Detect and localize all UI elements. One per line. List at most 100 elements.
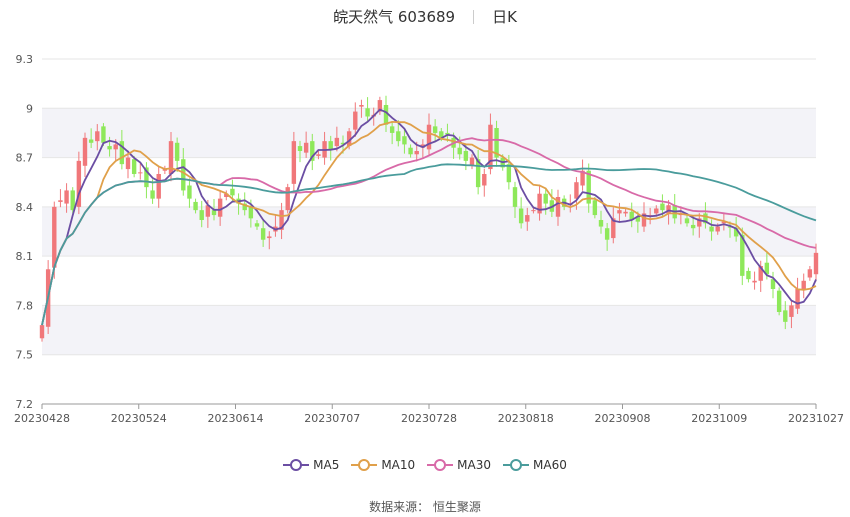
legend-item-ma30[interactable]: MA30 [427,458,491,472]
candle-body [801,280,806,289]
y-tick-label: 8.7 [16,152,34,165]
candle [82,132,88,177]
candle-body [230,188,235,196]
legend-label: MA30 [457,458,492,472]
legend-item-ma10[interactable]: MA10 [351,458,415,472]
candle-body [660,203,665,211]
legend: MA5 MA10 MA30 MA60 [0,458,850,475]
data-source: 数据来源： 恒生聚源 [369,500,481,514]
candle-body [285,187,290,211]
candle-body [82,137,88,166]
candle-body [359,105,364,107]
candle-body [432,126,438,133]
candle-body [789,305,794,317]
legend-marker-icon [283,459,310,471]
candle-body [88,139,94,143]
candle [746,267,751,283]
legend-marker-dot [510,459,523,471]
y-axis: 7.2 7.5 7.8 8.1 8.4 8.7 9 9.3 [16,53,34,411]
candle-body [303,142,309,153]
legend-label: MA5 [313,458,340,472]
candle [801,273,806,299]
candle-body [654,208,659,214]
x-tick-label: 20231009 [691,412,747,425]
candle-body [604,228,610,240]
candle-body [396,131,401,142]
y-tick-label: 7.8 [16,299,34,312]
candle-body [107,146,112,150]
candle-body [138,172,143,174]
candle-body [95,131,100,142]
candle-body [297,146,303,151]
candle-body [211,210,217,216]
legend-item-ma5[interactable]: MA5 [283,458,339,472]
candle [776,287,782,316]
candle-body [617,210,622,214]
candle [795,277,800,314]
candle-body [267,236,272,239]
candle-body [113,144,118,150]
candle-body [248,206,254,219]
candle [770,271,776,299]
candle-body [752,280,757,283]
legend-label: MA60 [533,458,567,472]
candle-body [52,206,57,268]
candle [807,266,813,281]
candle-body [353,111,358,130]
legend-marker-icon [503,459,530,471]
legend-label: MA10 [381,458,416,472]
x-tick-label: 20230707 [304,412,360,425]
candle-body [254,223,260,227]
x-tick-label: 20230428 [14,412,70,425]
candle-body [690,224,696,229]
x-tick-label: 20230728 [401,412,457,425]
candlestick-chart: 7.27.57.88.18.48.799.3 20230428 20230524 2… [14,53,844,425]
x-tick-label: 20230524 [111,412,167,425]
y-tick-label: 9 [26,102,33,115]
candle [76,151,82,215]
candle-body [291,141,297,184]
x-tick-label: 20230614 [208,412,264,425]
candle-body [101,126,106,143]
grid-band [42,206,816,257]
candle-body [389,126,395,133]
candle-body [598,220,604,227]
candle-body [709,226,714,232]
y-tick-label: 7.5 [16,349,34,362]
candle-body [64,190,69,204]
candle-body [174,142,180,161]
candle-body [482,174,487,186]
y-tick-label: 8.4 [16,201,34,214]
candle-body [623,211,628,214]
candle-body [156,174,161,199]
candle-body [457,147,462,155]
candle-body [383,105,389,125]
candle-body [592,200,598,216]
candle-body [199,210,204,220]
candle [482,168,487,197]
y-tick-label: 7.2 [16,398,34,411]
candle-body [574,182,579,199]
candle-body [334,137,340,147]
candle [580,159,585,191]
candle-body [414,151,419,155]
candle [156,166,161,208]
candle [752,271,757,290]
candle-body [807,269,813,278]
candle [285,183,290,214]
legend-marker-icon [351,459,378,471]
legend-marker-dot [290,459,303,471]
candle-body [463,151,469,161]
candle-body [181,159,186,191]
candle [187,178,192,208]
candle-body [365,108,370,117]
candle-body [217,198,223,217]
candle-body [193,201,198,211]
candle-body [402,136,407,145]
candle-body [39,325,45,339]
legend-item-ma60[interactable]: MA60 [503,458,567,472]
candle-body [543,193,548,204]
candle-body [316,154,321,156]
candle [58,189,63,208]
y-tick-label: 8.1 [16,250,34,263]
